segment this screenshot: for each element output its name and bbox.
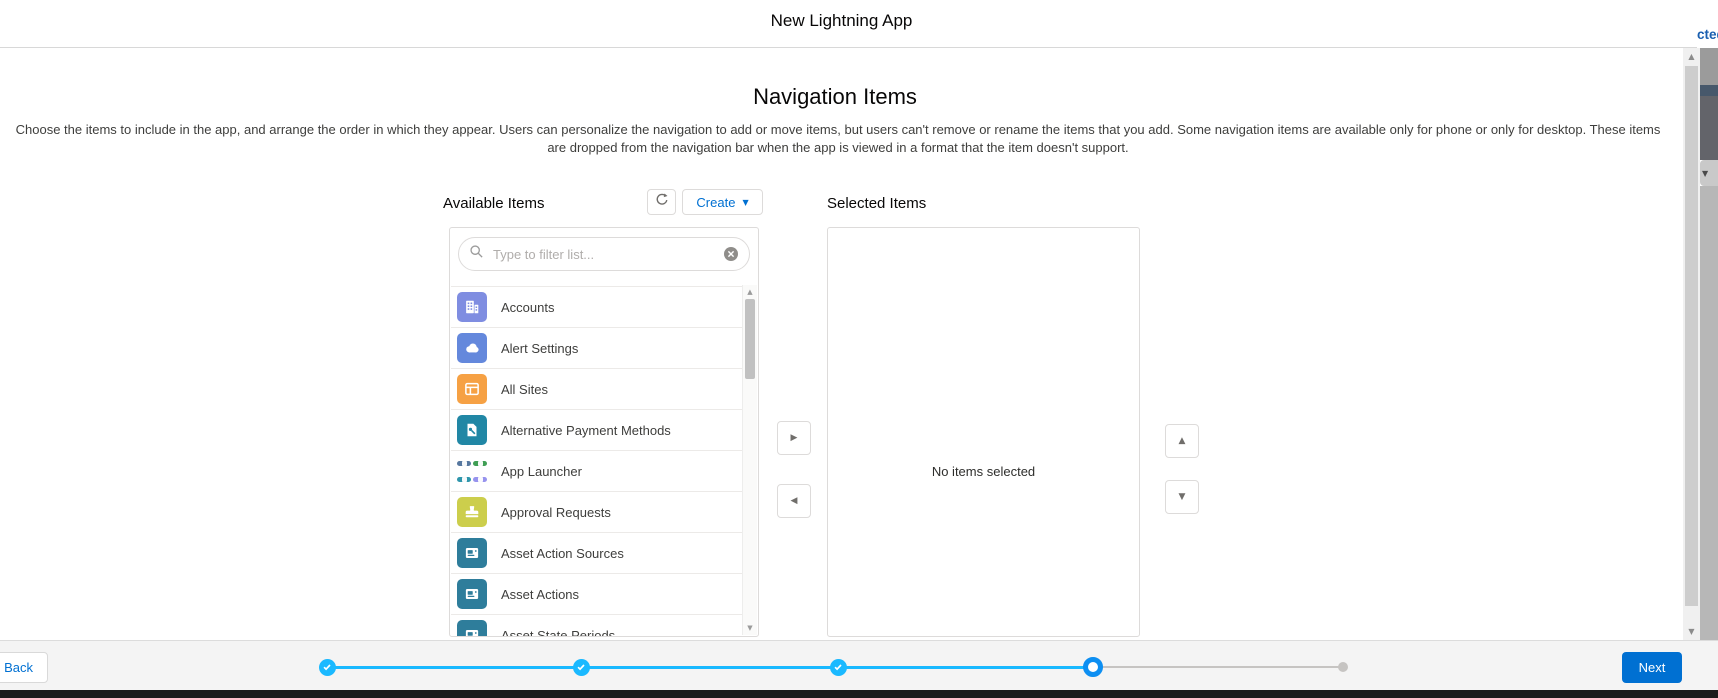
list-item[interactable]: Accounts	[451, 286, 742, 327]
list-item-label: Alert Settings	[501, 340, 579, 356]
new-lightning-app-modal: New Lightning App Navigation Items Choos…	[0, 0, 1718, 698]
scroll-down-icon[interactable]: ▼	[1683, 627, 1700, 636]
list-scrollbar-thumb[interactable]	[745, 299, 755, 379]
progress-line	[327, 665, 1093, 669]
list-item[interactable]: App Launcher	[451, 450, 742, 491]
scroll-up-icon[interactable]: ▲	[743, 288, 757, 296]
asset-card-icon	[457, 538, 487, 568]
create-button[interactable]: Create ▼	[682, 189, 763, 215]
backdrop-strip	[1700, 186, 1718, 640]
step-description: Choose the items to include in the app, …	[15, 122, 1661, 155]
refresh-icon	[654, 192, 669, 212]
list-item[interactable]: Asset State Periods	[451, 614, 742, 637]
filter-search-box[interactable]	[458, 237, 750, 271]
modal-title: New Lightning App	[770, 11, 913, 30]
available-items-label: Available Items	[443, 195, 545, 212]
scroll-up-icon[interactable]: ▲	[1683, 52, 1700, 61]
list-item-label: Accounts	[501, 299, 555, 315]
progress-step-5	[1338, 662, 1348, 672]
list-item-label: Asset Action Sources	[501, 545, 624, 561]
list-item-label: Asset Actions	[501, 586, 580, 602]
list-item[interactable]: Asset Actions	[451, 573, 742, 614]
list-item[interactable]: Approval Requests	[451, 491, 742, 532]
document-wrench-icon	[457, 415, 487, 445]
scroll-down-icon[interactable]: ▼	[743, 624, 757, 632]
asset-card-icon	[457, 579, 487, 609]
move-to-selected-button[interactable]: ▶	[777, 421, 811, 455]
modal-scrollbar-thumb[interactable]	[1685, 66, 1698, 606]
list-item-label: Asset State Periods	[501, 627, 616, 637]
next-button[interactable]: Next	[1622, 652, 1682, 683]
list-item[interactable]: Alternative Payment Methods	[451, 409, 742, 450]
chevron-down-icon: ▼	[1702, 169, 1709, 178]
chevron-down-icon: ▼	[742, 197, 749, 207]
progress-step-2[interactable]	[572, 658, 590, 676]
stamp-icon	[457, 497, 487, 527]
move-up-button[interactable]: ▲	[1165, 424, 1199, 458]
backdrop-strip	[1700, 96, 1718, 160]
next-button-label: Next	[1638, 660, 1666, 675]
cloud-icon	[457, 333, 487, 363]
list-item-label: Approval Requests	[501, 504, 611, 520]
selected-items-label: Selected Items	[827, 195, 927, 212]
empty-selection-text: No items selected	[931, 464, 1036, 479]
back-button-label: Back	[4, 660, 33, 675]
search-icon	[469, 244, 484, 264]
refresh-button[interactable]	[647, 189, 676, 215]
step-heading: Navigation Items	[753, 84, 917, 109]
search-input[interactable]	[491, 245, 723, 263]
clear-search-icon[interactable]	[723, 246, 739, 262]
move-down-button[interactable]: ▼	[1165, 480, 1199, 514]
available-items-list: Accounts Alert Settings All Sites Alternati…	[451, 286, 742, 637]
backdrop-strip	[1700, 48, 1718, 85]
list-item-label: All Sites	[501, 381, 548, 397]
window-layout-icon	[457, 374, 487, 404]
available-items-panel: Accounts Alert Settings All Sites Alternati…	[449, 227, 759, 637]
progress-step-3[interactable]	[829, 658, 847, 676]
move-to-available-button[interactable]: ◀	[777, 484, 811, 518]
down-arrow-icon: ▼	[1178, 492, 1186, 502]
up-arrow-icon: ▲	[1178, 436, 1186, 446]
list-item-label: App Launcher	[501, 463, 582, 479]
bottom-edge-bar	[0, 690, 1718, 698]
app-grid-icon	[457, 456, 487, 486]
clipped-background-link: cted	[1697, 27, 1718, 42]
modal-scrollbar[interactable]: ▲ ▼	[1683, 48, 1700, 640]
selected-items-panel: No items selected	[827, 227, 1140, 637]
list-scrollbar[interactable]: ▲ ▼	[742, 285, 757, 635]
create-button-label: Create	[696, 194, 736, 210]
left-arrow-icon: ◀	[790, 496, 798, 506]
list-item[interactable]: Alert Settings	[451, 327, 742, 368]
backdrop-strip	[1700, 85, 1718, 96]
progress-step-4[interactable]	[1083, 657, 1103, 677]
progress-line	[1093, 666, 1343, 668]
asset-card-icon	[457, 620, 487, 636]
list-item[interactable]: Asset Action Sources	[451, 532, 742, 573]
right-arrow-icon: ▶	[790, 433, 798, 443]
back-button[interactable]: Back	[0, 652, 48, 683]
list-item[interactable]: All Sites	[451, 368, 742, 409]
header-divider	[0, 47, 1697, 48]
list-item-label: Alternative Payment Methods	[501, 422, 671, 438]
progress-step-1[interactable]	[318, 658, 336, 676]
building-icon	[457, 292, 487, 322]
